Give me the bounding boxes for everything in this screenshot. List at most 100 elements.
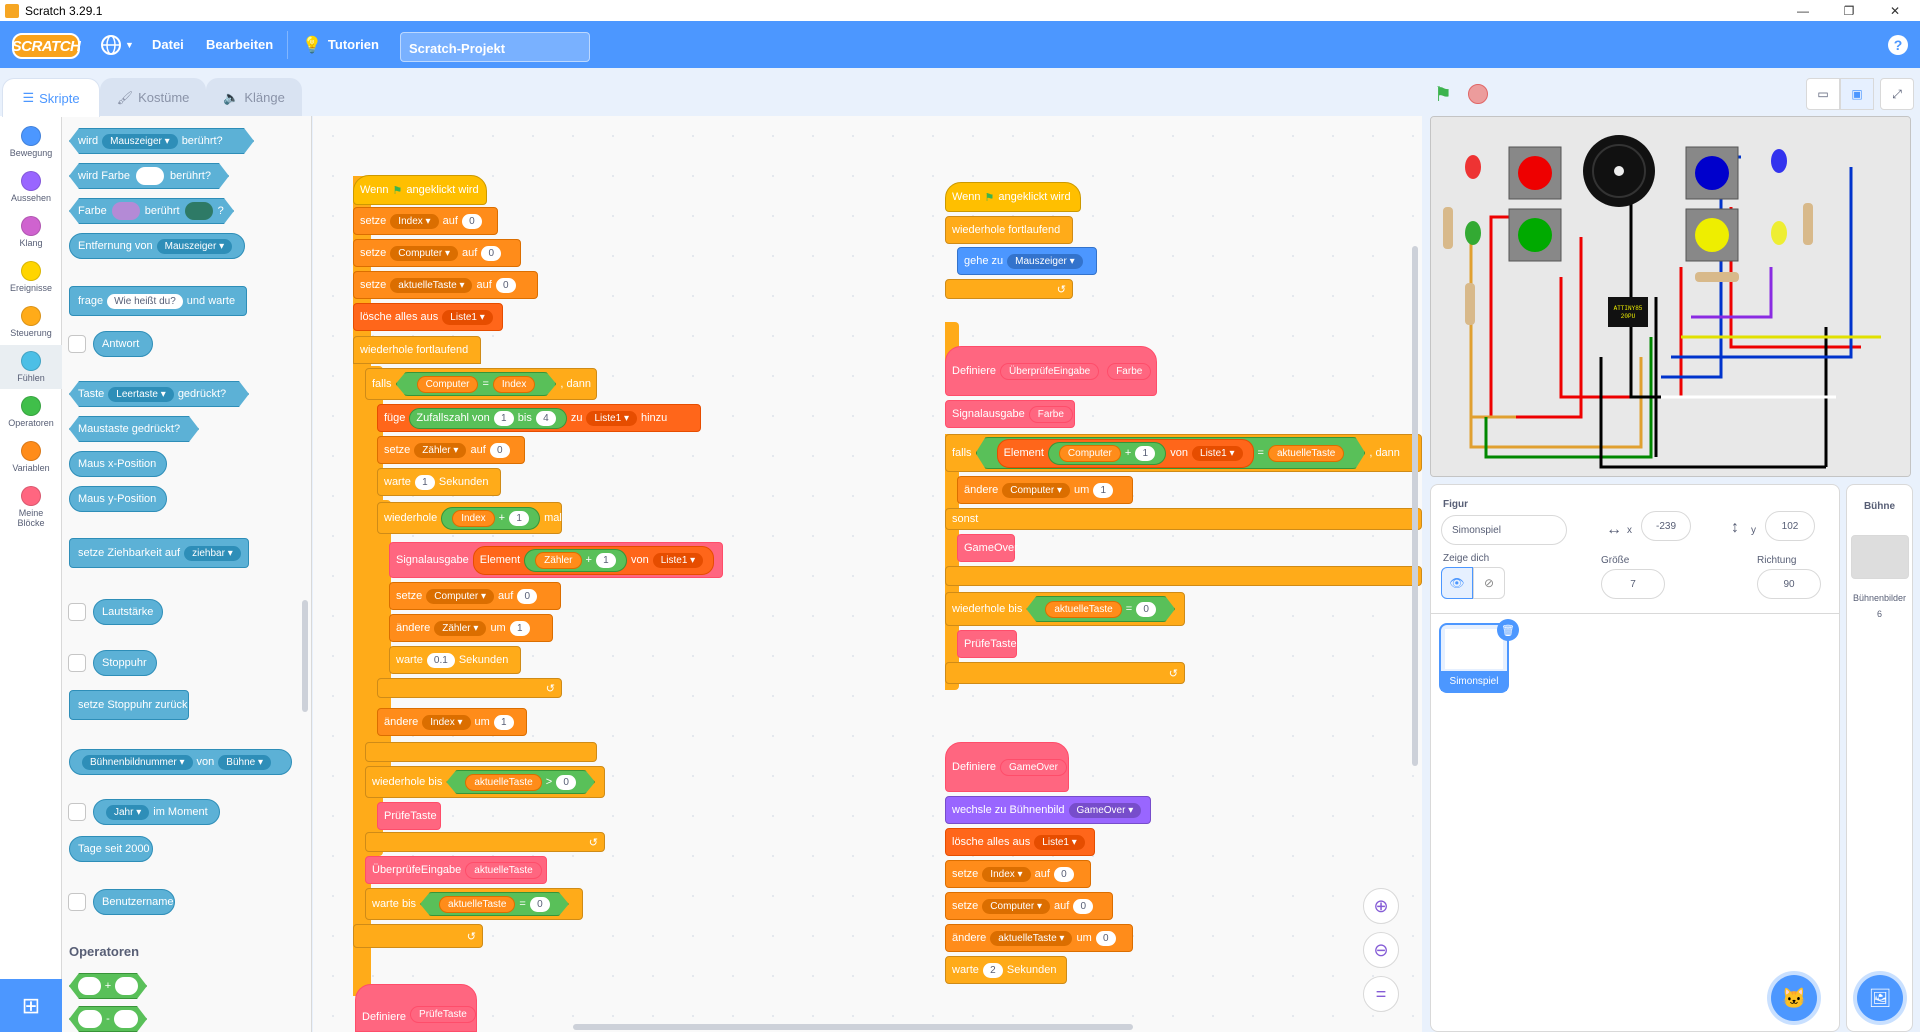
maximize-button[interactable]: ❐ <box>1826 0 1872 21</box>
block-set-drag[interactable]: setze Ziehbarkeit auf ziehbar <box>69 538 249 568</box>
category-sensing[interactable]: Fühlen <box>0 345 62 389</box>
block-define-game-over[interactable]: Definiere GameOver <box>945 742 1069 792</box>
key-reporter[interactable]: aktuelleTaste <box>1268 445 1344 462</box>
timer-checkbox[interactable] <box>68 654 86 672</box>
equals-operator[interactable]: aktuelleTaste = 0 <box>1026 596 1175 622</box>
x-input[interactable]: -239 <box>1641 511 1691 541</box>
value-input[interactable]: 2 <box>982 962 1003 978</box>
block-change-counter[interactable]: ändereZählerum1 <box>389 614 553 642</box>
workspace-v-scrollbar[interactable] <box>1412 246 1418 766</box>
project-title-input[interactable]: Scratch-Projekt <box>400 32 590 62</box>
block-touch-color[interactable]: wird Farbe berührt? <box>69 163 229 189</box>
category-variables[interactable]: Variablen <box>0 435 62 479</box>
list-dropdown[interactable]: Liste1 <box>586 410 637 426</box>
size-input[interactable]: 7 <box>1601 569 1665 599</box>
value-input[interactable]: 0.1 <box>426 652 455 668</box>
category-sound[interactable]: Klang <box>0 210 62 254</box>
hide-button[interactable]: ⊘ <box>1473 567 1505 599</box>
list-dropdown[interactable]: Liste1 <box>652 552 704 568</box>
stage-thumbnail[interactable] <box>1851 535 1909 579</box>
block-subtract[interactable]: - <box>69 1006 147 1032</box>
color-reporter[interactable]: Farbe <box>1028 405 1073 423</box>
block-change-index[interactable]: ändereIndexum1 <box>377 708 527 736</box>
block-forever[interactable]: wiederhole fortlaufend <box>353 336 481 364</box>
block-change-key[interactable]: ändereaktuelleTasteum0 <box>945 924 1133 952</box>
color-swatch[interactable] <box>136 167 164 185</box>
scratch-logo[interactable]: SCRATCH <box>12 33 81 59</box>
goto-dropdown[interactable]: Mauszeiger <box>1007 253 1083 269</box>
operand-input[interactable] <box>78 1010 102 1028</box>
value-input[interactable]: 1 <box>1093 482 1114 498</box>
block-forever[interactable]: wiederhole fortlaufend <box>945 216 1073 244</box>
block-change-computer[interactable]: ändereComputerum1 <box>957 476 1133 504</box>
current-dropdown[interactable]: Jahr <box>106 804 150 820</box>
greater-operator[interactable]: aktuelleTaste >0 <box>446 770 595 794</box>
random-operator[interactable]: Zufallszahl von 1 bis 4 <box>409 407 567 429</box>
add-sprite-button[interactable]: 🐱 <box>1771 975 1817 1021</box>
touching-dropdown[interactable]: Mauszeiger <box>102 134 178 149</box>
operand-input[interactable] <box>115 977 138 995</box>
block-switch-backdrop[interactable]: wechsle zu Bühnenbild GameOver <box>945 796 1151 824</box>
category-events[interactable]: Ereignisse <box>0 255 62 299</box>
variable-dropdown[interactable]: aktuelleTaste <box>390 277 473 293</box>
index-reporter[interactable]: Index <box>493 376 535 393</box>
key-reporter[interactable]: aktuelleTaste <box>465 861 542 879</box>
category-looks[interactable]: Aussehen <box>0 165 62 209</box>
block-define-check-input[interactable]: Definiere ÜberprüfeEingabe Farbe <box>945 346 1157 396</box>
block-distance[interactable]: Entfernung von Mauszeiger <box>69 233 245 259</box>
block-if-else[interactable]: falls Element Computer+1 vonListe1 = aktuelle… <box>945 434 1422 472</box>
backdrop-dropdown[interactable]: GameOver <box>1068 802 1142 818</box>
variable-dropdown[interactable]: Index <box>422 714 471 730</box>
fullscreen-button[interactable]: ⤢ <box>1880 78 1914 110</box>
add-operator[interactable]: Index +1 <box>441 506 541 530</box>
block-mouse-x[interactable]: Maus x-Position <box>69 451 167 477</box>
item-of-list[interactable]: Element Zähler +1 von Liste1 <box>472 545 715 575</box>
value-input[interactable]: 0 <box>461 213 482 229</box>
block-days-since[interactable]: Tage seit 2000 <box>69 836 153 862</box>
block-answer[interactable]: Antwort <box>93 331 153 357</box>
username-checkbox[interactable] <box>68 893 86 911</box>
block-set-index[interactable]: setzeIndexauf0 <box>353 207 498 235</box>
list-dropdown[interactable]: Liste1 <box>442 309 493 325</box>
block-key-pressed[interactable]: TasteLeertastegedrückt? <box>69 381 249 407</box>
add-operator[interactable]: Zähler +1 <box>524 548 627 572</box>
color-swatch[interactable] <box>112 202 140 220</box>
edit-menu[interactable]: Bearbeiten <box>206 21 273 68</box>
block-check-key[interactable]: PrüfeTaste <box>377 802 441 830</box>
value-input[interactable]: 0 <box>495 277 516 293</box>
block-signal-output[interactable]: Signalausgabe Farbe <box>945 400 1075 428</box>
block-signal-output[interactable]: Signalausgabe Element Zähler +1 von Liste1 <box>389 542 723 578</box>
block-timer[interactable]: Stoppuhr <box>93 650 157 676</box>
block-wait[interactable]: warte 0.1 Sekunden <box>389 646 521 674</box>
block-set-computer[interactable]: setzeComputerauf0 <box>353 239 521 267</box>
delete-sprite-button[interactable]: 🗑 <box>1497 619 1519 641</box>
tab-sounds[interactable]: 🔈 Klänge <box>206 78 302 116</box>
block-delete-all[interactable]: lösche alles aus Liste1 <box>353 303 503 331</box>
value-input[interactable]: 0 <box>1053 866 1074 882</box>
value-input[interactable]: 1 <box>414 474 435 490</box>
zoom-reset-button[interactable]: = <box>1363 976 1399 1012</box>
color-swatch[interactable] <box>185 202 213 220</box>
block-game-over-call[interactable]: GameOver <box>957 534 1018 562</box>
variable-dropdown[interactable]: Zähler <box>434 620 487 636</box>
value-input[interactable]: 1 <box>509 620 530 636</box>
variable-dropdown[interactable]: Index <box>390 213 439 229</box>
value-input[interactable]: 1 <box>509 510 530 526</box>
operand-input[interactable] <box>114 1010 138 1028</box>
block-define-check-key[interactable]: Definiere PrüfeTaste <box>355 984 477 1032</box>
stage-selector[interactable]: Bühne Bühnenbilder 6 🖼 <box>1846 484 1913 1032</box>
y-input[interactable]: 102 <box>1765 511 1815 541</box>
small-stage-button[interactable]: ▭ <box>1806 78 1840 110</box>
value-input[interactable]: 0 <box>530 897 550 912</box>
equals-operator[interactable]: Element Computer+1 vonListe1 = aktuelleTaste <box>976 437 1366 469</box>
property-dropdown[interactable]: Bühnenbildnummer <box>82 754 193 770</box>
minimize-button[interactable]: — <box>1780 0 1826 21</box>
value-input[interactable]: 1 <box>493 410 514 426</box>
add-backdrop-button[interactable]: 🖼 <box>1857 975 1903 1021</box>
stop-button[interactable] <box>1468 84 1488 104</box>
key-dropdown[interactable]: Leertaste <box>108 387 174 402</box>
block-set-key[interactable]: setzeaktuelleTasteauf0 <box>353 271 538 299</box>
block-set-computer[interactable]: setzeComputerauf0 <box>945 892 1113 920</box>
value-input[interactable]: 0 <box>517 588 538 604</box>
category-myblocks[interactable]: Meine Blöcke <box>0 480 62 534</box>
